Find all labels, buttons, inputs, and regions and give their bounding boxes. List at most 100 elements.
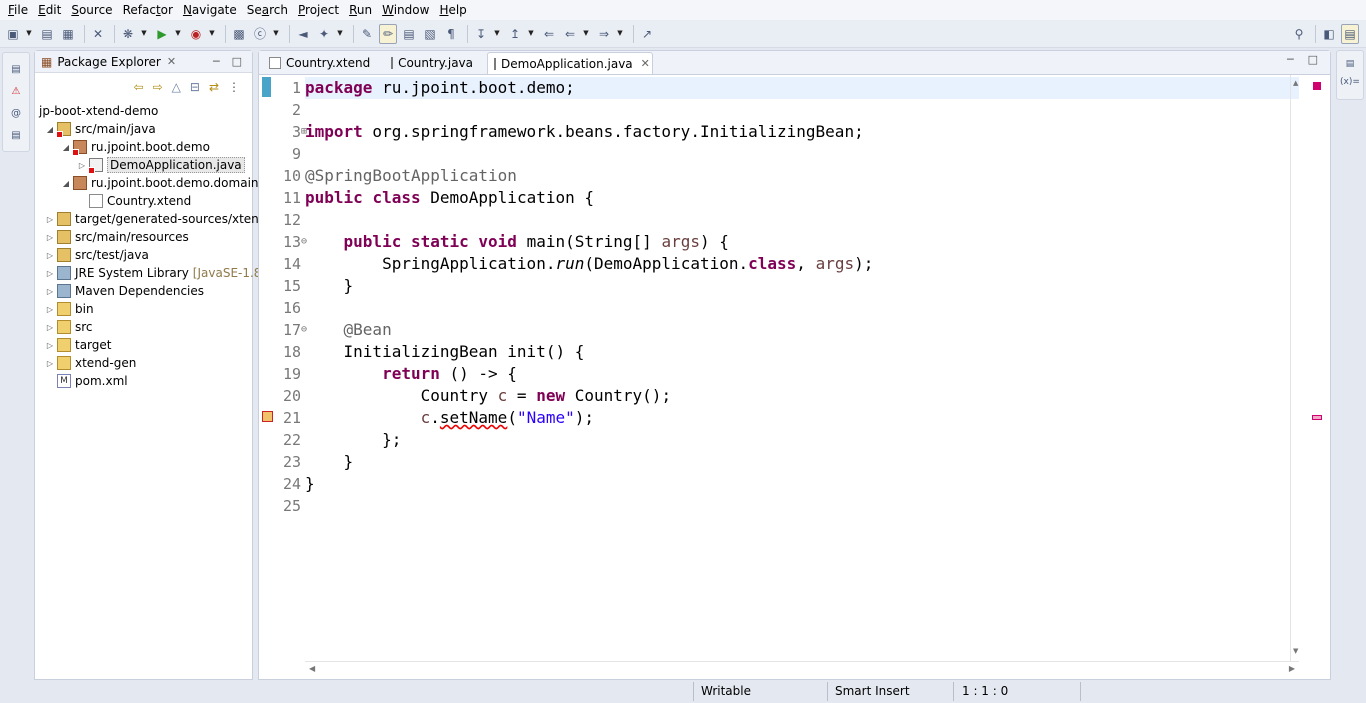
collapse-all-icon[interactable]: ⊟ xyxy=(190,80,200,94)
menu-item[interactable]: Search xyxy=(243,0,292,20)
quick-access-search-icon[interactable]: ⚲ xyxy=(1290,24,1308,44)
new-icon[interactable]: ▣ xyxy=(4,24,22,44)
tree-item[interactable]: jp-boot-xtend-demo xyxy=(39,102,158,120)
debug-icon[interactable]: ❋ xyxy=(119,24,137,44)
tree-item[interactable]: ▷ DemoApplication.java xyxy=(77,156,245,174)
debug-dropdown-icon[interactable]: ▼ xyxy=(140,24,148,44)
expand-arrow-icon[interactable]: ▷ xyxy=(45,287,55,296)
back-dropdown-icon[interactable]: ▼ xyxy=(582,24,590,44)
forward-dropdown-icon[interactable]: ▼ xyxy=(616,24,624,44)
toggle-occurrences-icon[interactable]: ✎ xyxy=(358,24,376,44)
expand-arrow-icon[interactable]: ▷ xyxy=(45,215,55,224)
code-line[interactable]: package ru.jpoint.boot.demo; xyxy=(305,77,1299,99)
editor-tab[interactable]: DemoApplication.java ✕ xyxy=(487,52,653,74)
open-type-icon[interactable]: ◄ xyxy=(294,24,312,44)
scroll-up-icon[interactable]: ▲ xyxy=(1293,79,1298,87)
minimize-icon[interactable]: ─ xyxy=(213,55,220,68)
link-with-editor-icon[interactable]: ⇄ xyxy=(209,80,219,94)
menu-item[interactable]: Help xyxy=(435,0,470,20)
code-line[interactable]: } xyxy=(305,275,354,297)
run-dropdown-icon[interactable]: ▼ xyxy=(174,24,182,44)
code-line[interactable]: Country c = new Country(); xyxy=(305,385,671,407)
external-tools-icon[interactable]: ◉ xyxy=(187,24,205,44)
vertical-scrollbar[interactable]: ▲ ▼ xyxy=(1290,75,1304,661)
forward-icon[interactable]: ⇒ xyxy=(595,24,613,44)
insert-mode-status[interactable]: Smart Insert xyxy=(835,684,910,698)
expand-arrow-icon[interactable]: ▷ xyxy=(45,269,55,278)
code-line[interactable]: InitializingBean init() { xyxy=(305,341,585,363)
expand-arrow-icon[interactable]: ▷ xyxy=(45,305,55,314)
expand-arrow-icon[interactable]: ▷ xyxy=(45,341,55,350)
show-whitespace-icon[interactable]: ¶ xyxy=(442,24,460,44)
restore-icon[interactable]: ▤ xyxy=(7,59,25,79)
javadoc-view-icon[interactable]: @ xyxy=(7,103,25,123)
menu-item[interactable]: Project xyxy=(294,0,343,20)
code-line[interactable]: SpringApplication.run(DemoApplication.cl… xyxy=(305,253,873,275)
expand-arrow-icon[interactable]: ◢ xyxy=(61,179,71,188)
code-line[interactable]: } xyxy=(305,451,354,473)
scroll-right-icon[interactable]: ▶ xyxy=(1289,664,1295,673)
previous-annotation-dropdown-icon[interactable]: ▼ xyxy=(527,24,535,44)
previous-annotation-icon[interactable]: ↥ xyxy=(506,24,524,44)
close-icon[interactable]: ✕ xyxy=(167,55,176,68)
declaration-view-icon[interactable]: ▤ xyxy=(7,125,25,145)
expand-arrow-icon[interactable]: ◢ xyxy=(61,143,71,152)
code-line[interactable]: @Bean xyxy=(305,319,392,341)
tree-item[interactable]: ▷ src/test/java xyxy=(45,246,149,264)
close-tab-icon[interactable]: ✕ xyxy=(641,57,650,70)
menu-item[interactable]: Source xyxy=(67,0,116,20)
back-icon[interactable]: ⇐ xyxy=(561,24,579,44)
error-indicator-icon[interactable] xyxy=(1313,82,1321,90)
tree-item[interactable]: ▷ Maven Dependencies xyxy=(45,282,204,300)
tree-item[interactable]: ▷ target/generated-sources/xtend xyxy=(45,210,266,228)
tree-item[interactable]: ▷ src/main/resources xyxy=(45,228,189,246)
save-all-icon[interactable]: ▦ xyxy=(59,24,77,44)
save-icon[interactable]: ▤ xyxy=(38,24,56,44)
pin-editor-icon[interactable]: ↗ xyxy=(638,24,656,44)
tree-item[interactable]: ▷ xtend-gen xyxy=(45,354,136,372)
menu-item[interactable]: File xyxy=(4,0,32,20)
next-annotation-dropdown-icon[interactable]: ▼ xyxy=(493,24,501,44)
scroll-left-icon[interactable]: ◀ xyxy=(309,664,315,673)
search-tool-icon[interactable]: ✦ xyxy=(315,24,333,44)
code-line[interactable]: c.setName("Name"); xyxy=(305,407,594,429)
maximize-icon[interactable]: □ xyxy=(1308,53,1318,66)
code-line[interactable]: } xyxy=(305,473,315,495)
toggle-breadcrumb-icon[interactable]: ▧ xyxy=(421,24,439,44)
expand-arrow-icon[interactable]: ▷ xyxy=(45,359,55,368)
external-tools-dropdown-icon[interactable]: ▼ xyxy=(208,24,216,44)
code-line[interactable]: @SpringBootApplication xyxy=(305,165,517,187)
menu-item[interactable]: Window xyxy=(378,0,433,20)
search-tool-dropdown-icon[interactable]: ▼ xyxy=(336,24,344,44)
java-perspective-icon[interactable]: ▤ xyxy=(1341,24,1359,44)
problems-view-icon[interactable]: ⚠ xyxy=(7,81,25,101)
view-menu-icon[interactable]: ⋮ xyxy=(228,80,240,94)
code-line[interactable]: public static void main(String[] args) { xyxy=(305,231,729,253)
menu-item[interactable]: Navigate xyxy=(179,0,241,20)
maximize-icon[interactable]: □ xyxy=(232,55,242,68)
skip-breakpoints-icon[interactable]: ✕ xyxy=(89,24,107,44)
editor-tab[interactable]: Country.java xyxy=(385,52,483,74)
run-icon[interactable]: ▶ xyxy=(153,24,171,44)
scroll-down-icon[interactable]: ▼ xyxy=(1293,647,1298,655)
tree-item[interactable]: ◢ ru.jpoint.boot.demo xyxy=(61,138,210,156)
new-java-project-icon[interactable]: ▩ xyxy=(230,24,248,44)
expand-arrow-icon[interactable]: ▷ xyxy=(45,233,55,242)
menu-item[interactable]: Run xyxy=(345,0,376,20)
tree-item[interactable]: ▷ bin xyxy=(45,300,94,318)
minimize-icon[interactable]: ─ xyxy=(1287,53,1294,66)
code-line[interactable]: return () -> { xyxy=(305,363,517,385)
next-annotation-icon[interactable]: ↧ xyxy=(472,24,490,44)
tree-item[interactable]: ◢ src/main/java xyxy=(45,120,156,138)
toggle-block-selection-icon[interactable]: ▤ xyxy=(400,24,418,44)
expand-arrow-icon[interactable]: ◢ xyxy=(45,125,55,134)
tree-item[interactable]: ▷ target xyxy=(45,336,112,354)
code-area[interactable]: package ru.jpoint.boot.demo; import org.s… xyxy=(305,75,1299,661)
tree-item[interactable]: Country.xtend xyxy=(77,192,191,210)
code-line[interactable]: import org.springframework.beans.factory… xyxy=(305,121,864,143)
open-perspective-icon[interactable]: ◧ xyxy=(1320,24,1338,44)
expand-arrow-icon[interactable]: ▷ xyxy=(77,161,87,170)
error-marker-icon[interactable] xyxy=(1312,415,1322,420)
menu-item[interactable]: Refactor xyxy=(119,0,177,20)
up-icon[interactable]: △ xyxy=(172,80,181,94)
